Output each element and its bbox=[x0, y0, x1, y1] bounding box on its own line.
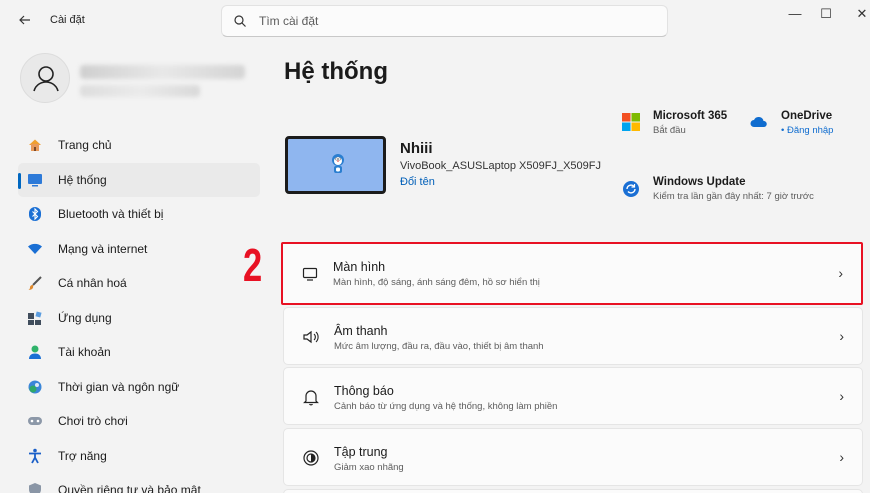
search-box[interactable] bbox=[221, 5, 668, 37]
arrow-left-icon bbox=[19, 15, 30, 25]
sound-settings-card[interactable]: Âm thanh Mức âm lượng, đầu ra, đầu vào, … bbox=[283, 307, 863, 365]
sidebar-item-personalization[interactable]: Cá nhân hoá bbox=[18, 266, 260, 300]
bluetooth-icon bbox=[26, 205, 44, 223]
sidebar-item-label: Tài khoản bbox=[58, 345, 111, 359]
windows-update-sub: Kiểm tra lần gần đây nhất: 7 giờ trước bbox=[653, 191, 814, 202]
sidebar-item-label: Hệ thống bbox=[58, 172, 107, 187]
display-settings-card[interactable]: Màn hình Màn hình, độ sáng, ánh sáng đêm… bbox=[281, 242, 863, 305]
gamepad-icon bbox=[26, 412, 44, 430]
active-indicator bbox=[18, 172, 21, 189]
sidebar-item-gaming[interactable]: Chơi trò chơi bbox=[18, 404, 260, 438]
sidebar-item-label: Chơi trò chơi bbox=[58, 414, 128, 428]
microsoft-logo-icon bbox=[622, 113, 640, 131]
blurred-email bbox=[80, 85, 200, 97]
sidebar-item-label: Trợ năng bbox=[58, 448, 107, 463]
onedrive-title: OneDrive bbox=[781, 110, 833, 122]
device-name: Nhiii bbox=[400, 140, 433, 157]
card-title: Thông báo bbox=[334, 384, 394, 398]
back-button[interactable] bbox=[18, 13, 34, 29]
card-title: Tập trung bbox=[334, 445, 388, 459]
sidebar-item-bluetooth[interactable]: Bluetooth và thiết bị bbox=[18, 197, 260, 231]
speaker-icon bbox=[301, 327, 321, 347]
minimize-button[interactable]: — bbox=[780, 6, 810, 21]
sidebar-item-system[interactable]: Hệ thống bbox=[18, 162, 260, 197]
sidebar-item-apps[interactable]: Ứng dụng bbox=[18, 301, 260, 335]
sidebar-item-time-language[interactable]: Thời gian và ngôn ngữ bbox=[18, 370, 260, 404]
home-icon bbox=[26, 136, 44, 154]
step-annotation: 2 bbox=[243, 239, 263, 291]
account-icon bbox=[26, 343, 44, 361]
bell-icon bbox=[301, 387, 321, 407]
maximize-button[interactable]: ☐ bbox=[811, 6, 841, 22]
shield-icon bbox=[26, 481, 44, 493]
onedrive-link[interactable]: OneDrive • Đăng nhập bbox=[750, 110, 833, 137]
avatar bbox=[20, 53, 70, 103]
sidebar-item-label: Cá nhân hoá bbox=[58, 276, 127, 290]
accessibility-icon bbox=[26, 447, 44, 465]
notifications-settings-card[interactable]: Thông báo Cảnh báo từ ứng dụng và hệ thố… bbox=[283, 367, 863, 425]
chevron-right-icon: › bbox=[839, 388, 844, 404]
sidebar-item-accessibility[interactable]: Trợ năng bbox=[18, 439, 260, 473]
card-subtitle: Màn hình, độ sáng, ánh sáng đêm, hồ sơ h… bbox=[333, 277, 540, 288]
search-input[interactable] bbox=[259, 13, 639, 29]
onedrive-sub: • Đăng nhập bbox=[781, 125, 834, 136]
chevron-right-icon: › bbox=[839, 328, 844, 344]
close-button[interactable]: ✕ bbox=[847, 6, 870, 22]
apps-icon bbox=[26, 309, 44, 327]
card-title: Màn hình bbox=[333, 260, 386, 274]
microsoft-365-title: Microsoft 365 bbox=[653, 110, 728, 122]
display-icon bbox=[300, 264, 320, 284]
device-model: VivoBook_ASUSLaptop X509FJ_X509FJ bbox=[400, 160, 601, 172]
card-subtitle: Cảnh báo từ ứng dụng và hệ thống, không … bbox=[334, 401, 558, 412]
card-title: Âm thanh bbox=[334, 324, 388, 338]
refresh-icon bbox=[623, 181, 639, 197]
cloud-icon bbox=[750, 116, 767, 127]
card-subtitle: Mức âm lượng, đầu ra, đầu vào, thiết bị … bbox=[334, 341, 544, 352]
brush-icon bbox=[26, 274, 44, 292]
sidebar-item-label: Quyền riêng tư và bảo mật bbox=[58, 483, 201, 493]
sidebar-item-accounts[interactable]: Tài khoản bbox=[18, 335, 260, 369]
wifi-icon bbox=[26, 240, 44, 258]
microsoft-365-sub: Bắt đầu bbox=[653, 125, 686, 136]
title-bar: Cài đặt — ☐ ✕ bbox=[0, 0, 870, 40]
rename-link[interactable]: Đổi tên bbox=[400, 176, 435, 188]
search-icon bbox=[234, 15, 246, 27]
focus-settings-card[interactable]: Tập trung Giảm xao nhãng › bbox=[283, 428, 863, 486]
user-profile[interactable] bbox=[20, 53, 260, 109]
globe-clock-icon bbox=[26, 378, 44, 396]
sidebar-item-label: Thời gian và ngôn ngữ bbox=[58, 379, 180, 394]
page-title: Hệ thống bbox=[284, 58, 388, 85]
sidebar-item-network[interactable]: Mạng và internet bbox=[18, 232, 260, 266]
microsoft-365-link[interactable]: Microsoft 365 Bắt đầu bbox=[622, 110, 727, 137]
wallpaper-character-icon bbox=[332, 154, 344, 173]
sidebar-item-label: Bluetooth và thiết bị bbox=[58, 207, 164, 221]
sidebar-item-label: Trang chủ bbox=[58, 138, 112, 152]
app-title: Cài đặt bbox=[50, 14, 85, 26]
chevron-right-icon: › bbox=[838, 265, 843, 281]
next-settings-card[interactable] bbox=[283, 489, 863, 493]
sidebar-item-label: Mạng và internet bbox=[58, 241, 148, 256]
windows-update-title: Windows Update bbox=[653, 176, 746, 188]
system-icon bbox=[26, 171, 44, 189]
sidebar-item-home[interactable]: Trang chủ bbox=[18, 128, 260, 162]
sidebar-item-privacy[interactable]: Quyền riêng tư và bảo mật bbox=[18, 473, 260, 493]
person-icon bbox=[33, 66, 59, 92]
focus-icon bbox=[301, 448, 321, 468]
sidebar-item-label: Ứng dụng bbox=[58, 310, 112, 325]
card-subtitle: Giảm xao nhãng bbox=[334, 462, 404, 473]
windows-update-link[interactable]: Windows Update Kiểm tra lần gần đây nhất… bbox=[622, 176, 822, 203]
chevron-right-icon: › bbox=[839, 449, 844, 465]
blurred-username bbox=[80, 65, 245, 79]
sidebar-nav: Trang chủ Hệ thống Bluetooth và thiết bị… bbox=[18, 128, 260, 493]
device-thumbnail bbox=[285, 136, 386, 194]
